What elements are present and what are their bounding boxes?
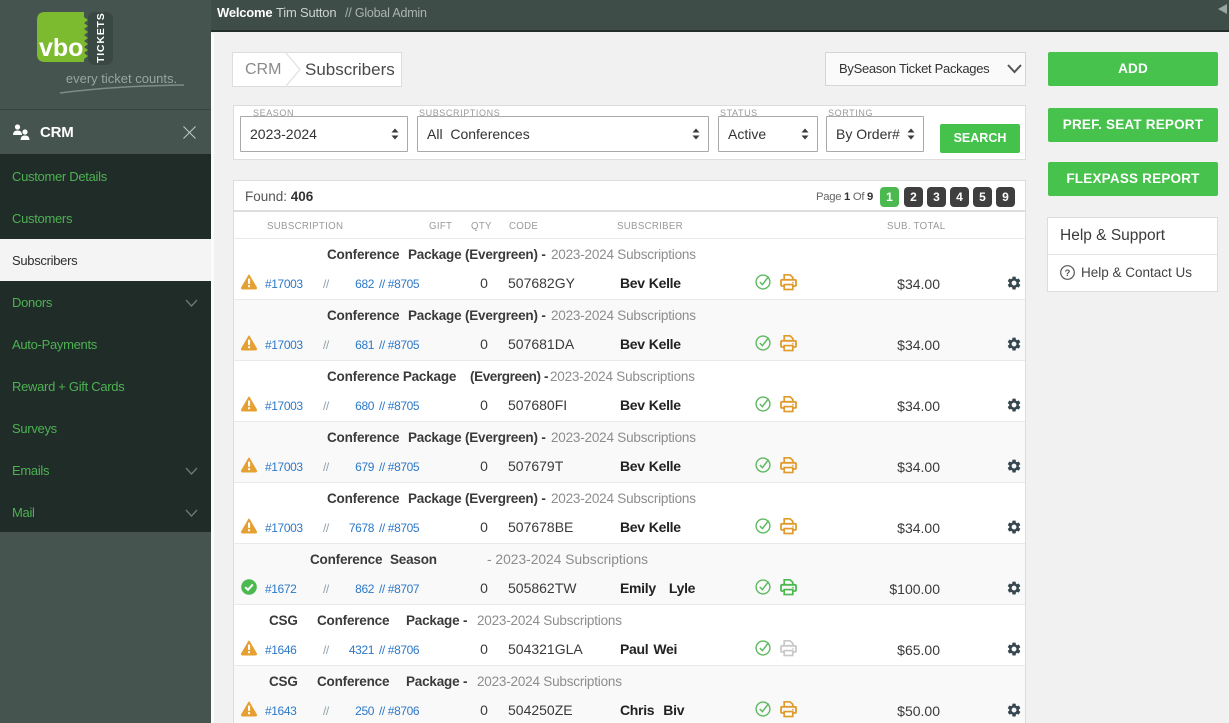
- svg-text:?: ?: [1065, 268, 1071, 279]
- svg-text:vbo: vbo: [39, 34, 83, 62]
- svg-text:TICKETS: TICKETS: [95, 12, 107, 63]
